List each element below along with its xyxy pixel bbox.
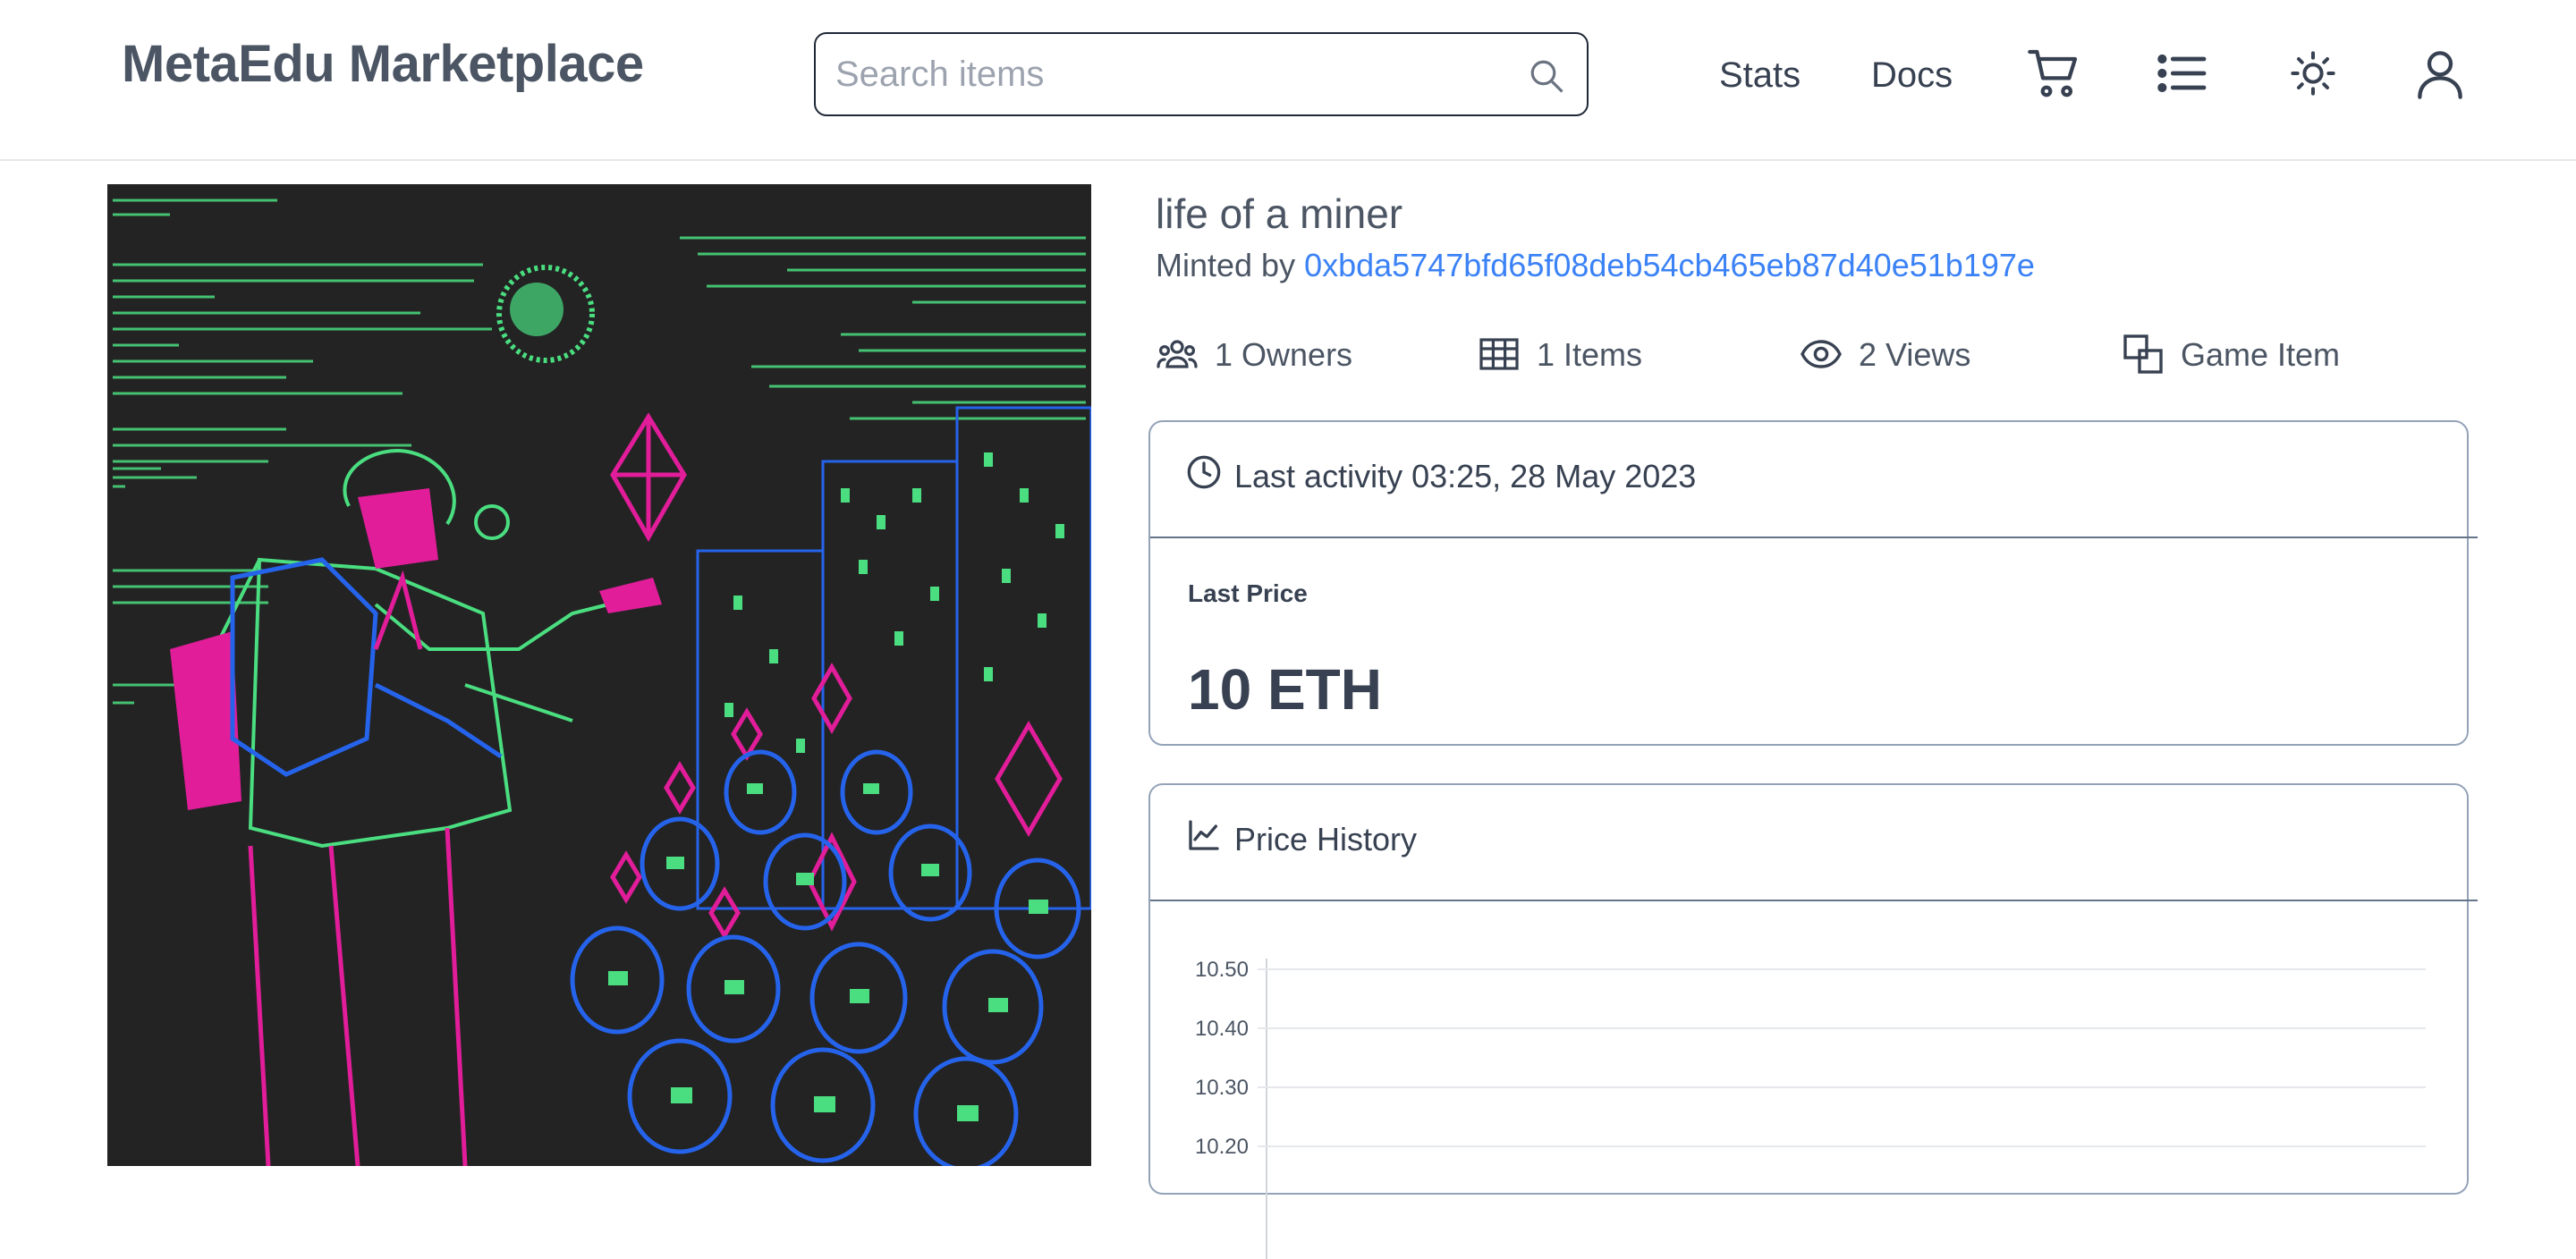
chart-y-tick-label: 10.20 xyxy=(1195,1135,1249,1159)
users-group-icon xyxy=(1157,340,1198,368)
owners-count: 1 Owners xyxy=(1215,336,1353,373)
brand-logo[interactable]: MetaEdu Marketplace xyxy=(122,34,644,94)
nav-stats-link[interactable]: Stats xyxy=(1719,55,1801,96)
nav-docs-link[interactable]: Docs xyxy=(1871,55,1953,96)
cart-icon[interactable] xyxy=(2025,45,2082,102)
owners-stat: 1 Owners xyxy=(1156,329,1388,383)
search-box[interactable] xyxy=(814,32,1589,116)
last-activity-text: Last activity 03:25, 28 May 2023 xyxy=(1234,458,1697,494)
views-count: 2 Views xyxy=(1859,336,1971,373)
layers-squares-icon xyxy=(2123,334,2163,374)
items-count: 1 Items xyxy=(1537,336,1643,373)
last-price-label: Last Price xyxy=(1188,579,1308,607)
last-activity-card: Last activity 03:25, 28 May 2023 Last Pr… xyxy=(1148,420,2478,746)
views-stat: 2 Views xyxy=(1800,329,2014,383)
category-stat: Game Item xyxy=(2122,329,2390,383)
search-input[interactable] xyxy=(835,48,1515,100)
clock-icon xyxy=(1187,455,1221,489)
price-history-header: Price History xyxy=(1150,785,2478,901)
user-account-icon[interactable] xyxy=(2411,45,2469,102)
item-category: Game Item xyxy=(2181,336,2341,373)
eye-icon xyxy=(1801,340,1842,368)
last-activity-header: Last activity 03:25, 28 May 2023 xyxy=(1150,422,2478,538)
grid-table-icon xyxy=(1479,338,1519,370)
item-title: life of a miner xyxy=(1156,190,1403,237)
minted-by-label: Minted by xyxy=(1156,247,1296,283)
price-history-card: Price History 10.50 10.40 10.30 10.20 xyxy=(1148,783,2478,1259)
line-chart-icon xyxy=(1189,820,1219,850)
minted-by-line: Minted by 0xbda5747bfd65f08deb54cb465eb8… xyxy=(1156,247,2035,284)
chart-y-tick-label: 10.40 xyxy=(1195,1017,1249,1041)
search-icon[interactable] xyxy=(1528,57,1565,95)
last-price-value: 10 ETH xyxy=(1188,657,1382,722)
theme-toggle-sun-icon[interactable] xyxy=(2284,45,2342,102)
price-history-title: Price History xyxy=(1234,821,1418,858)
items-stat: 1 Items xyxy=(1478,329,1692,383)
chart-y-tick-label: 10.30 xyxy=(1195,1076,1249,1100)
list-menu-icon[interactable] xyxy=(2154,45,2211,102)
minter-address-link[interactable]: 0xbda5747bfd65f08deb54cb465eb87d40e51b19… xyxy=(1304,247,2035,283)
top-navbar: MetaEdu Marketplace Stats Docs xyxy=(0,0,2576,161)
chart-y-tick-label: 10.50 xyxy=(1195,958,1249,982)
price-history-chart-svg: 10.50 10.40 10.30 10.20 xyxy=(1195,958,2426,1259)
artwork-illustration xyxy=(107,184,1091,1166)
nft-artwork-image xyxy=(107,184,1091,1166)
price-history-chart: 10.50 10.40 10.30 10.20 xyxy=(1150,901,2470,1259)
